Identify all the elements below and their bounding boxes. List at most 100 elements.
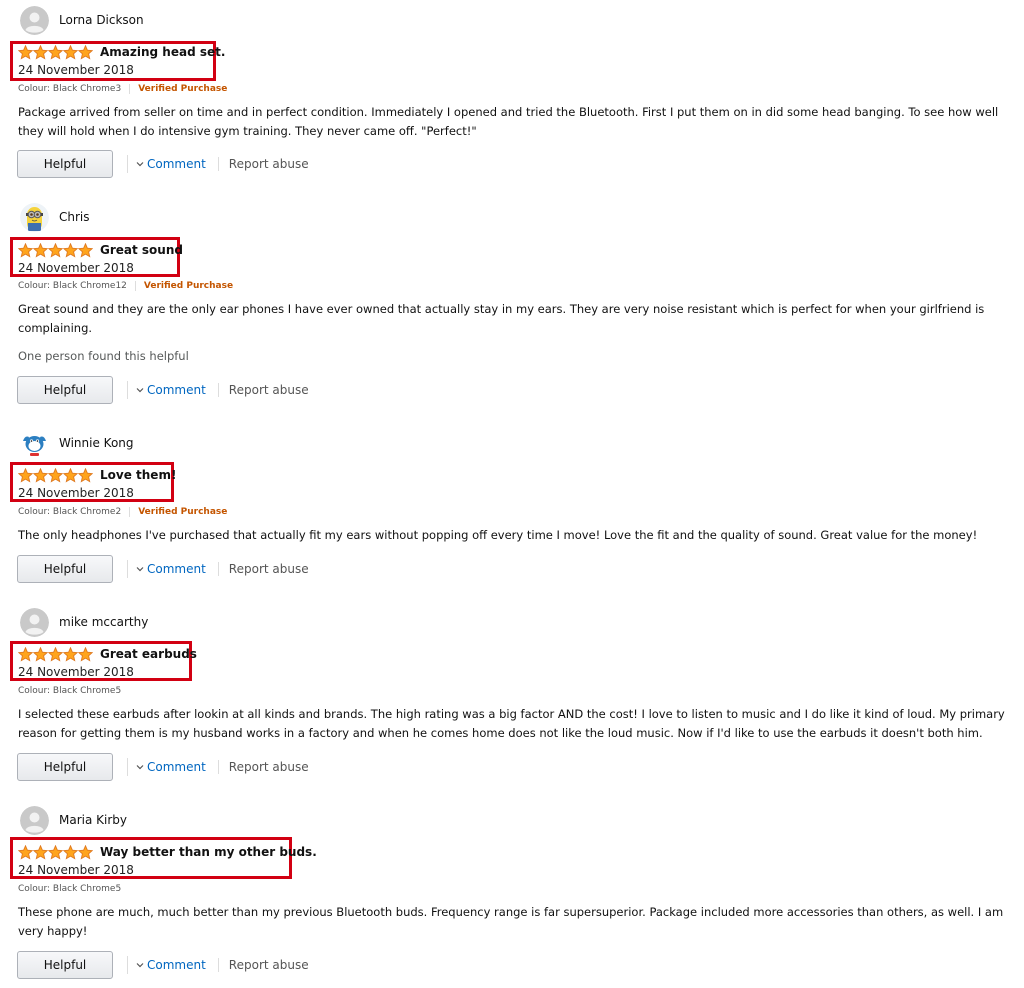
- review-date: 24 November 2018: [18, 63, 134, 77]
- report-abuse-link[interactable]: Report abuse: [229, 562, 309, 576]
- comment-label: Comment: [147, 562, 206, 576]
- star-icon: [63, 44, 78, 60]
- colour-variant[interactable]: Colour: Black Chrome5: [18, 884, 121, 894]
- star-icon: [33, 242, 48, 258]
- review-date: 24 November 2018: [18, 863, 134, 877]
- star-icon: [48, 646, 63, 662]
- star-rating[interactable]: [18, 44, 93, 60]
- report-abuse-link[interactable]: Report abuse: [229, 383, 309, 397]
- cartoon-avatar-icon: [20, 428, 49, 458]
- report-abuse-link[interactable]: Report abuse: [229, 157, 309, 171]
- comment-link[interactable]: Comment: [136, 958, 206, 972]
- review-meta: Colour: Black Chrome5: [18, 884, 121, 894]
- verified-purchase-badge: Verified Purchase: [138, 507, 228, 517]
- star-icon: [18, 844, 33, 860]
- star-icon: [33, 467, 48, 483]
- helpful-button[interactable]: Helpful: [17, 951, 113, 979]
- verified-purchase-badge: Verified Purchase: [143, 281, 234, 291]
- star-icon: [78, 44, 93, 60]
- review-title[interactable]: Way better than my other buds.: [100, 845, 317, 859]
- default-avatar-icon: [20, 607, 49, 637]
- helpful-button[interactable]: Helpful: [17, 555, 113, 583]
- chevron-down-icon: [136, 162, 144, 167]
- chevron-down-icon: [136, 963, 144, 968]
- comment-label: Comment: [147, 383, 206, 397]
- star-icon: [33, 44, 48, 60]
- review-title[interactable]: Great sound: [100, 243, 183, 257]
- review-actions: Helpful Comment Report abuse: [17, 753, 309, 781]
- star-rating[interactable]: [18, 844, 93, 860]
- comment-link[interactable]: Comment: [136, 760, 206, 774]
- review-actions: Helpful Comment Report abuse: [17, 555, 309, 583]
- report-abuse-link[interactable]: Report abuse: [229, 760, 309, 774]
- helpful-button[interactable]: Helpful: [17, 376, 113, 404]
- colour-variant[interactable]: Colour: Black Chrome3: [18, 84, 121, 94]
- default-avatar-icon: [20, 5, 49, 35]
- star-icon: [33, 844, 48, 860]
- review-date: 24 November 2018: [18, 261, 134, 275]
- star-rating[interactable]: [18, 646, 93, 662]
- reviewer: Maria Kirby: [20, 805, 127, 835]
- reviewer-name[interactable]: mike mccarthy: [59, 615, 148, 629]
- action-divider: [217, 760, 219, 774]
- review-title[interactable]: Love them!: [100, 468, 176, 482]
- reviewer-name[interactable]: Maria Kirby: [59, 813, 127, 827]
- review-title[interactable]: Amazing head set.: [100, 45, 225, 59]
- review-date: 24 November 2018: [18, 665, 134, 679]
- review-meta: Colour: Black Chrome3 Verified Purchase: [18, 84, 227, 94]
- comment-label: Comment: [147, 958, 206, 972]
- star-rating[interactable]: [18, 242, 93, 258]
- comment-link[interactable]: Comment: [136, 562, 206, 576]
- reviewer-name[interactable]: Chris: [59, 210, 90, 224]
- action-divider: [217, 157, 219, 171]
- comment-label: Comment: [147, 760, 206, 774]
- star-icon: [18, 467, 33, 483]
- star-rating[interactable]: [18, 467, 93, 483]
- star-icon: [63, 467, 78, 483]
- reviewer: Lorna Dickson: [20, 5, 144, 35]
- action-divider: [127, 155, 128, 173]
- reviewer-name[interactable]: Winnie Kong: [59, 436, 134, 450]
- report-abuse-link[interactable]: Report abuse: [229, 958, 309, 972]
- colour-variant[interactable]: Colour: Black Chrome12: [18, 281, 127, 291]
- default-avatar-icon: [20, 805, 49, 835]
- reviewer: Winnie Kong: [20, 428, 134, 458]
- action-divider: [127, 381, 128, 399]
- star-icon: [63, 844, 78, 860]
- review-body: These phone are much, much better than m…: [18, 905, 1004, 938]
- review-title[interactable]: Great earbuds: [100, 647, 197, 661]
- star-icon: [63, 242, 78, 258]
- star-icon: [48, 844, 63, 860]
- star-icon: [63, 646, 78, 662]
- star-icon: [18, 646, 33, 662]
- action-divider: [217, 958, 219, 972]
- helpful-button[interactable]: Helpful: [17, 753, 113, 781]
- meta-divider: [129, 84, 131, 94]
- action-divider: [217, 562, 219, 576]
- comment-label: Comment: [147, 157, 206, 171]
- chevron-down-icon: [136, 567, 144, 572]
- helpful-button[interactable]: Helpful: [17, 150, 113, 178]
- star-icon: [48, 44, 63, 60]
- action-divider: [127, 560, 128, 578]
- review-body: Package arrived from seller on time and …: [18, 105, 999, 138]
- verified-purchase-badge: Verified Purchase: [138, 84, 228, 94]
- reviewer: Chris: [20, 202, 90, 232]
- review-actions: Helpful Comment Report abuse: [17, 376, 309, 404]
- review-meta: Colour: Black Chrome12 Verified Purchase: [18, 281, 233, 291]
- star-icon: [78, 467, 93, 483]
- star-icon: [18, 242, 33, 258]
- action-divider: [127, 758, 128, 776]
- comment-link[interactable]: Comment: [136, 383, 206, 397]
- reviewer: mike mccarthy: [20, 607, 148, 637]
- minion-avatar-icon: [20, 202, 49, 232]
- reviewer-name[interactable]: Lorna Dickson: [59, 13, 144, 27]
- comment-link[interactable]: Comment: [136, 157, 206, 171]
- star-icon: [78, 844, 93, 860]
- review-date: 24 November 2018: [18, 486, 134, 500]
- colour-variant[interactable]: Colour: Black Chrome2: [18, 507, 121, 517]
- review-actions: Helpful Comment Report abuse: [17, 951, 309, 979]
- colour-variant[interactable]: Colour: Black Chrome5: [18, 686, 121, 696]
- meta-divider: [129, 507, 131, 517]
- star-icon: [33, 646, 48, 662]
